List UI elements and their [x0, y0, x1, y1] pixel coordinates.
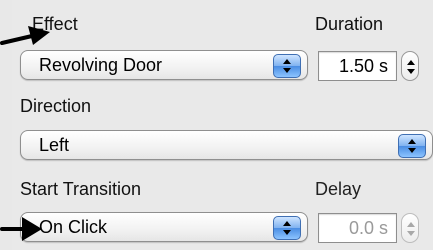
start-transition-label: Start Transition: [20, 179, 142, 199]
delay-stepper[interactable]: [401, 213, 419, 243]
duration-value: 1.50 s: [338, 56, 388, 76]
annotation-arrow-icon: [0, 217, 42, 241]
transition-inspector-panel: Effect Duration Revolving Door 1.50 s Di…: [12, 0, 433, 250]
duration-label: Duration: [315, 14, 384, 34]
effect-popup[interactable]: Revolving Door: [20, 50, 308, 80]
stepper-arrows-icon: [407, 60, 415, 74]
direction-popup[interactable]: Left: [20, 130, 433, 160]
delay-value: 0.0 s: [348, 218, 388, 238]
direction-label: Direction: [20, 96, 92, 116]
start-transition-value: On Click: [39, 217, 108, 237]
annotation-arrow-icon: [0, 26, 50, 45]
chevron-up-down-icon: [398, 134, 426, 158]
delay-field[interactable]: 0.0 s: [318, 213, 397, 243]
stepper-arrows-icon: [407, 222, 415, 236]
duration-stepper[interactable]: [401, 51, 419, 81]
effect-value: Revolving Door: [39, 55, 163, 75]
delay-label: Delay: [315, 179, 362, 199]
duration-field[interactable]: 1.50 s: [318, 51, 397, 81]
start-transition-popup[interactable]: On Click: [20, 212, 308, 242]
chevron-up-down-icon: [273, 54, 301, 78]
direction-value: Left: [39, 135, 70, 155]
chevron-up-down-icon: [273, 216, 301, 240]
